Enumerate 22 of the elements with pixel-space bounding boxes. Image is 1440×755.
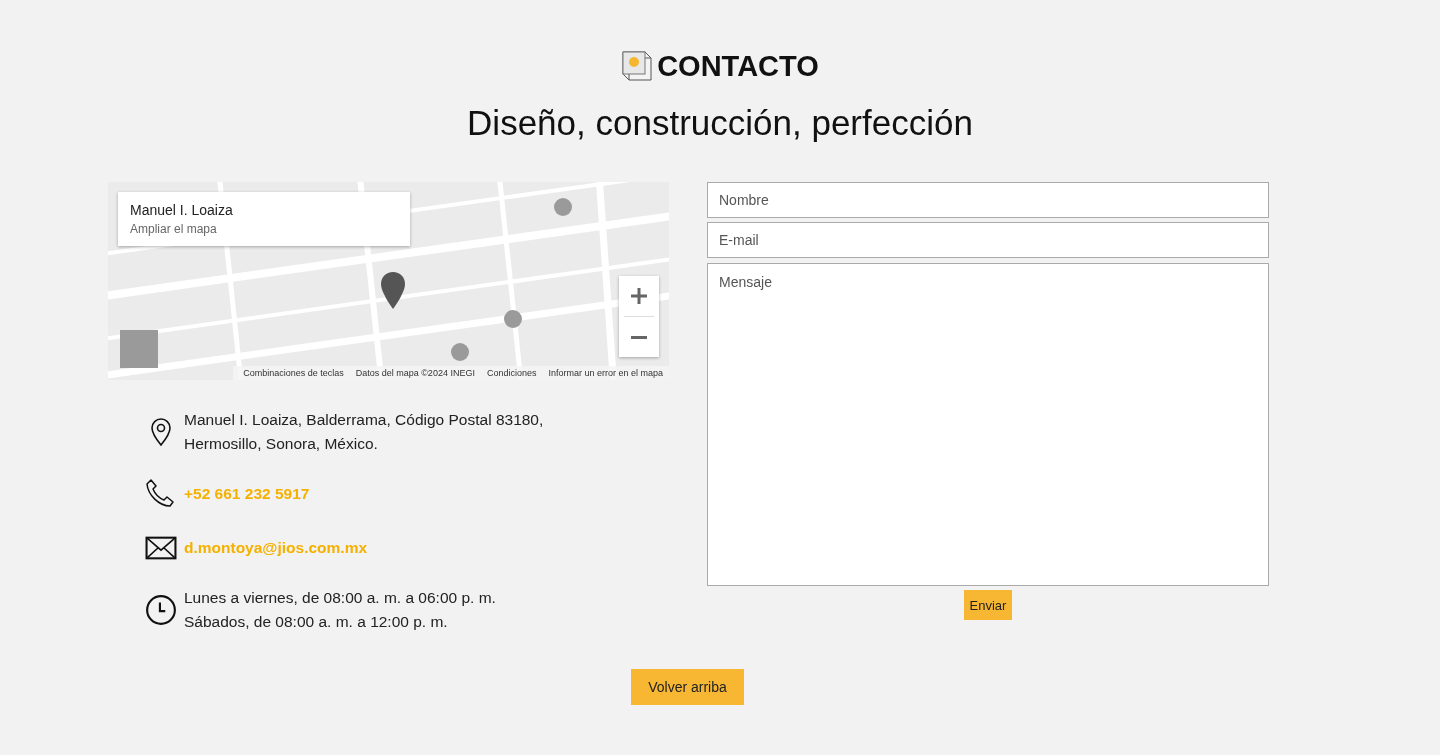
zoom-out-button[interactable] — [619, 317, 659, 357]
map-footer-link[interactable]: Condiciones — [486, 368, 537, 378]
enlarge-map-link[interactable]: Ampliar el mapa — [130, 221, 398, 238]
map-footer-link[interactable]: Informar un error en el mapa — [548, 368, 663, 378]
message-field[interactable]: Mensaje — [707, 263, 1269, 586]
plus-icon — [630, 287, 648, 305]
map-footer-link[interactable]: Combinaciones de teclas — [243, 368, 344, 378]
phone-icon — [145, 478, 177, 510]
hours-text: Lunes a viernes, de 08:00 a. m. a 06:00 p. m. Sábados, de 08:00 a. m. a 12:00 p. m. — [184, 588, 496, 632]
back-to-top-button[interactable]: Volver arriba — [631, 669, 744, 705]
input-field[interactable]: E-mail — [707, 222, 1269, 258]
address-text: Manuel I. Loaiza, Balderrama, Código Postal 83180, Hermosillo, Sonora, México. — [184, 410, 544, 454]
input-field[interactable]: Nombre — [707, 182, 1269, 218]
send-button[interactable]: Enviar — [963, 590, 1013, 620]
map-footer-link[interactable]: Datos del mapa ©2024 INEGI — [355, 368, 475, 378]
minus-icon — [631, 335, 647, 339]
page-title: CONTACTO — [657, 50, 819, 82]
place-name: Manuel I. Loaiza — [130, 202, 234, 219]
logo-icon — [621, 50, 654, 82]
zoom-in-button[interactable] — [619, 276, 659, 316]
clock-icon — [145, 594, 177, 626]
page-subtitle: Diseño, construcción, perfección — [467, 102, 973, 144]
